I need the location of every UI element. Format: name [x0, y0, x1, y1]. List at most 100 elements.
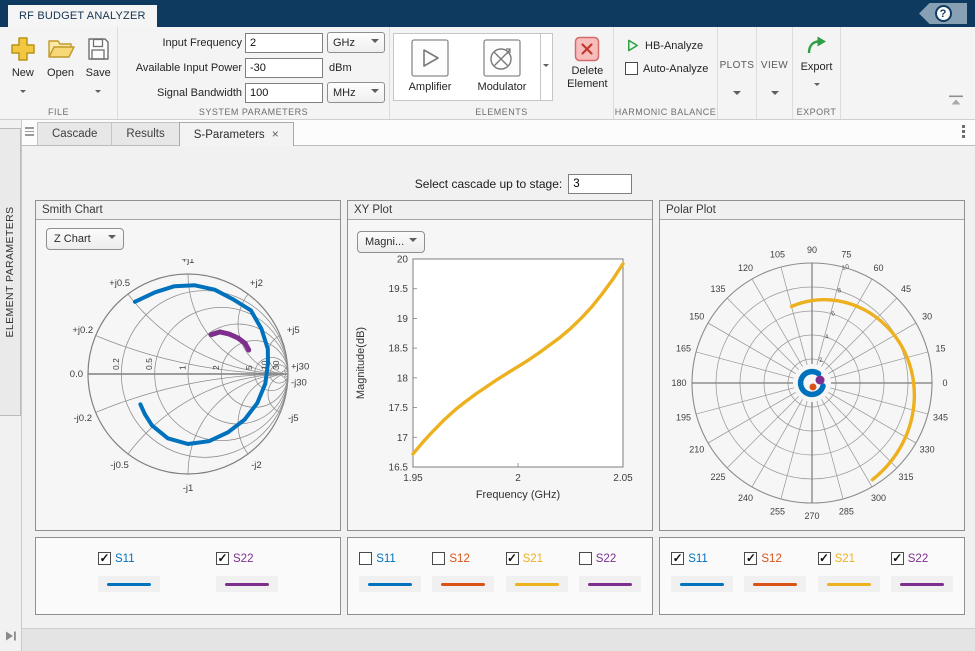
svg-text:105: 105: [770, 250, 785, 260]
svg-text:30: 30: [922, 312, 932, 322]
amplifier-button[interactable]: Amplifier: [394, 34, 466, 100]
titlebar: RF BUDGET ANALYZER ?: [0, 0, 975, 27]
tab-cascade[interactable]: Cascade: [37, 122, 111, 145]
svg-text:-j2: -j2: [251, 460, 262, 471]
svg-text:0: 0: [942, 378, 947, 388]
save-dropdown-caret[interactable]: [95, 83, 101, 91]
svg-text:19: 19: [397, 314, 409, 325]
smith-chart-svg: +j0.2-j0.2+j0.5-j0.5+j1-j1+j2-j2+j5-j5+j…: [36, 259, 340, 531]
s22-checkbox[interactable]: [579, 552, 592, 565]
svg-text:19.5: 19.5: [389, 284, 409, 295]
s21-checkbox[interactable]: [506, 552, 519, 565]
s21-line-swatch: [506, 576, 568, 592]
delete-element-icon: [574, 36, 600, 62]
tab-options-kebab-icon[interactable]: [962, 125, 965, 138]
stage-selector-input[interactable]: [568, 174, 632, 194]
export-dropdown-caret[interactable]: [814, 76, 820, 94]
svg-text:-j0.5: -j0.5: [110, 460, 128, 471]
svg-text:195: 195: [676, 412, 691, 422]
svg-text:240: 240: [738, 493, 753, 503]
polar-legend-s11[interactable]: S11: [671, 552, 733, 565]
svg-text:15: 15: [935, 344, 945, 354]
svg-text:150: 150: [689, 312, 704, 322]
smith-legend-s11[interactable]: S11: [98, 552, 160, 565]
new-icon: [9, 33, 37, 65]
svg-text:16.5: 16.5: [389, 463, 409, 474]
s11-checkbox[interactable]: [671, 552, 684, 565]
polar-plot-svg: 0153045607590105120135150165180195210225…: [660, 221, 964, 532]
collapse-toolstrip-button[interactable]: [949, 93, 963, 111]
signal-bandwidth-field[interactable]: [245, 83, 323, 103]
polar-legend-s22[interactable]: S22: [891, 552, 953, 565]
expand-panel-icon[interactable]: [4, 629, 17, 647]
smith-chart-title: Smith Chart: [36, 201, 340, 220]
s22-checkbox[interactable]: [891, 552, 904, 565]
export-arrow-icon: [805, 35, 829, 55]
auto-analyze-toggle[interactable]: Auto-Analyze: [625, 62, 717, 75]
xy-legend-s11[interactable]: S11: [359, 552, 421, 565]
s11-checkbox[interactable]: [359, 552, 372, 565]
available-input-power-label: Available Input Power: [118, 62, 242, 74]
svg-text:17.5: 17.5: [389, 403, 409, 414]
input-frequency-unit-dropdown[interactable]: GHz: [327, 32, 385, 53]
input-frequency-field[interactable]: [245, 33, 323, 53]
s11-line-swatch: [98, 576, 160, 592]
xy-format-dropdown[interactable]: Magni...: [357, 231, 425, 253]
s12-line-swatch: [432, 576, 494, 592]
svg-text:225: 225: [710, 472, 725, 482]
xy-legend-s21[interactable]: S21: [506, 552, 568, 565]
s21-checkbox[interactable]: [818, 552, 831, 565]
s11-checkbox[interactable]: [98, 552, 111, 565]
help-button[interactable]: ?: [919, 3, 967, 24]
svg-text:2: 2: [515, 473, 521, 484]
rf-budget-analyzer-window: RF BUDGET ANALYZER ? New Open: [0, 0, 975, 651]
smith-projection-dropdown[interactable]: Z Chart: [46, 228, 124, 250]
signal-bandwidth-unit-dropdown[interactable]: MHz: [327, 82, 385, 103]
new-dropdown-caret[interactable]: [20, 83, 26, 91]
smith-legend-s22[interactable]: S22: [216, 552, 278, 565]
s12-checkbox[interactable]: [432, 552, 445, 565]
available-input-power-field[interactable]: [245, 58, 323, 78]
export-button[interactable]: [805, 35, 829, 60]
document-tabbar: Cascade Results S-Parameters×: [22, 120, 975, 146]
app-tab[interactable]: RF BUDGET ANALYZER: [8, 5, 157, 27]
close-tab-icon[interactable]: ×: [272, 127, 279, 141]
polar-legend: S11 S12 S21 S22: [659, 537, 965, 615]
polar-legend-s21[interactable]: S21: [818, 552, 880, 565]
s12-line-swatch: [744, 576, 806, 592]
polar-legend-s12[interactable]: S12: [744, 552, 806, 565]
svg-text:+j0.5: +j0.5: [109, 278, 130, 289]
tab-group-grip[interactable]: [25, 127, 34, 136]
svg-text:+j0.2: +j0.2: [72, 325, 93, 336]
elements-gallery-dropdown[interactable]: [541, 33, 552, 101]
plots-dropdown-button[interactable]: PLOTS: [718, 27, 757, 119]
s22-checkbox[interactable]: [216, 552, 229, 565]
svg-text:0.0: 0.0: [70, 369, 83, 380]
modulator-button[interactable]: Modulator: [466, 34, 538, 100]
svg-text:+j30: +j30: [291, 362, 309, 373]
svg-text:345: 345: [933, 412, 948, 422]
system-parameters-section: Input Frequency GHz Available Input Powe…: [118, 27, 390, 119]
hb-analyze-button[interactable]: HB-Analyze: [625, 38, 717, 53]
svg-text:2.05: 2.05: [613, 473, 633, 484]
amplifier-icon: [410, 38, 450, 80]
svg-text:300: 300: [871, 493, 886, 503]
svg-text:0.2: 0.2: [111, 358, 121, 370]
svg-text:5: 5: [244, 365, 254, 370]
xy-legend-s22[interactable]: S22: [579, 552, 641, 565]
svg-text:1: 1: [178, 365, 188, 370]
delete-element-button[interactable]: Delete Element: [562, 27, 613, 119]
svg-text:180: 180: [671, 378, 686, 388]
element-parameters-collapsed-tab[interactable]: ELEMENT PARAMETERS: [0, 128, 21, 416]
tab-s-parameters[interactable]: S-Parameters×: [179, 122, 294, 146]
auto-analyze-checkbox[interactable]: [625, 62, 638, 75]
tab-results[interactable]: Results: [111, 122, 178, 145]
view-dropdown-button[interactable]: VIEW: [757, 27, 793, 119]
svg-text:+j1: +j1: [182, 259, 195, 266]
xy-legend-s12[interactable]: S12: [432, 552, 494, 565]
s22-line-swatch: [216, 576, 278, 592]
xy-plot-svg: 16.51717.51818.51919.5201.9522.05Frequen…: [348, 255, 652, 531]
s12-checkbox[interactable]: [744, 552, 757, 565]
elements-section: Amplifier Modulator Delete Element ELEME…: [390, 27, 614, 119]
elements-gallery: Amplifier Modulator: [393, 33, 541, 101]
